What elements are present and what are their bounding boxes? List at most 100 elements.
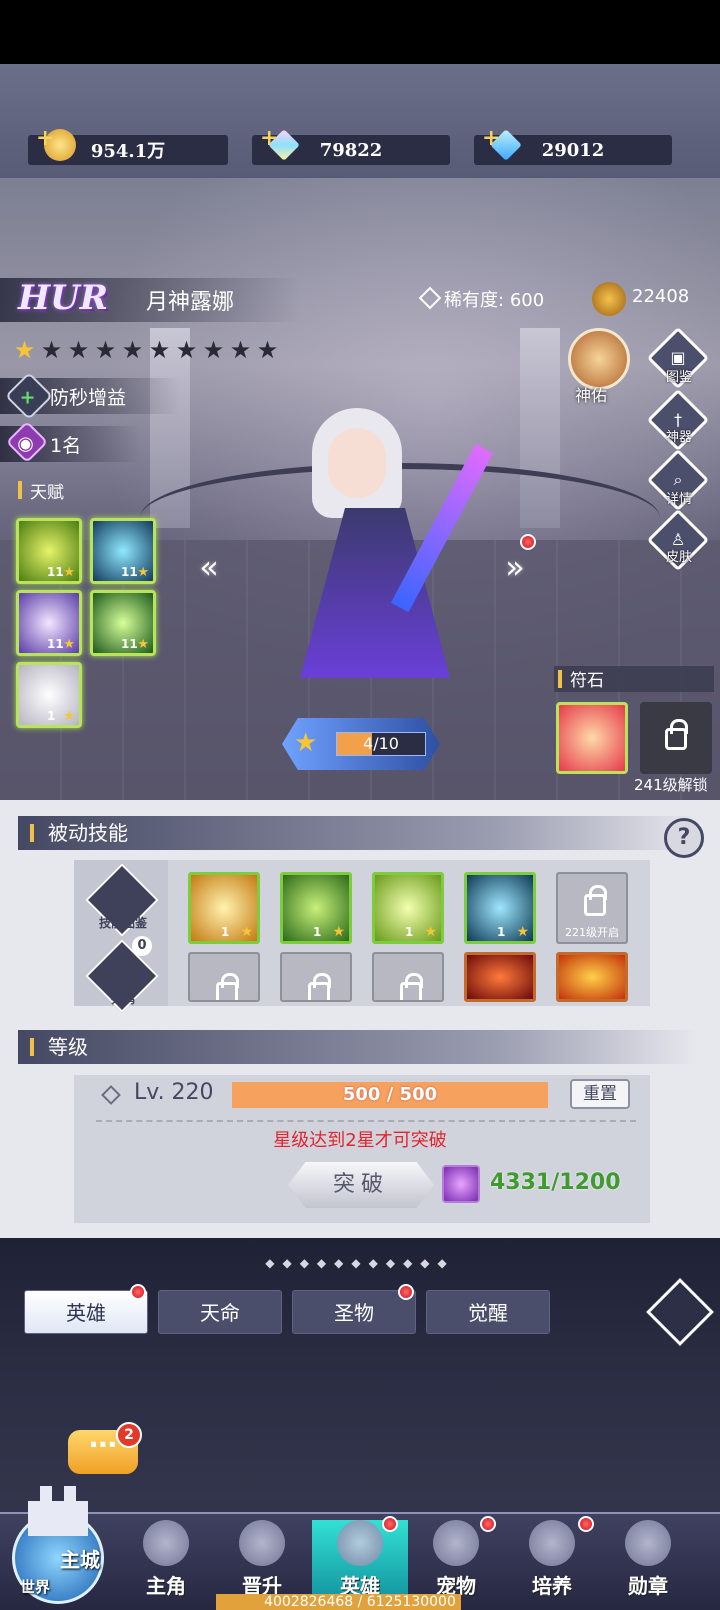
material-count: 4331/1200 — [490, 1170, 621, 1195]
star-icon: ★ — [202, 336, 225, 364]
passive-skill-locked[interactable] — [280, 952, 352, 1002]
skill-level: 1 — [405, 925, 414, 939]
blessing-label: 神佑 — [575, 386, 608, 405]
notification-dot — [382, 1516, 398, 1532]
star-progress-bar: 4/10 — [336, 732, 426, 756]
rank-label: 1名 — [50, 434, 82, 457]
skill-level: 1 — [221, 925, 230, 939]
passive-skill[interactable] — [556, 952, 628, 1002]
crystal-currency[interactable]: + 79822 — [252, 125, 450, 165]
star-icon: ★ — [137, 637, 149, 652]
hero-name: 月神露娜 — [146, 290, 235, 315]
star-icon: ★ — [40, 336, 63, 364]
star-icon: ★ — [63, 637, 75, 652]
talent-level: 11 — [121, 637, 138, 651]
chat-badge: 2 — [116, 1422, 142, 1448]
passive-skill-locked[interactable] — [188, 952, 260, 1002]
exp-bar: 500 / 500 — [232, 1082, 548, 1108]
exp-text: 500 / 500 — [342, 1084, 438, 1105]
passive-skill[interactable] — [464, 952, 536, 1002]
ornament-divider: ◆◆◆◆◆◆◆◆◆◆◆ — [265, 1256, 455, 1270]
notification-dot — [398, 1284, 414, 1300]
protagonist-icon — [143, 1520, 189, 1566]
notification-dot — [130, 1284, 146, 1300]
talent-level: 11 — [47, 565, 64, 579]
star-progress-text: 4/10 — [363, 734, 399, 753]
add-gold-icon[interactable]: + — [36, 125, 54, 151]
star-icon: ★ — [63, 565, 75, 580]
promotion-icon — [239, 1520, 285, 1566]
star-icon: ★ — [67, 336, 90, 364]
training-icon — [529, 1520, 575, 1566]
gold-currency[interactable]: + 954.1万 — [28, 125, 228, 165]
home-city-button[interactable]: 主城 世界 — [6, 1472, 110, 1604]
blessing-button[interactable] — [568, 328, 630, 390]
skill-unlock-label: 221级开启 — [565, 926, 619, 939]
castle-icon — [28, 1486, 88, 1536]
passive-skill[interactable]: 1 ★ — [280, 872, 352, 944]
talent-slot[interactable]: 1 ★ — [16, 662, 82, 728]
rune-slot[interactable] — [556, 702, 628, 774]
skill-level: 1 — [497, 925, 506, 939]
trait-tag[interactable]: + 防秒增益 — [0, 371, 180, 421]
divider — [96, 1120, 636, 1122]
trait-label: 防秒增益 — [50, 386, 127, 409]
notification-dot — [520, 534, 536, 550]
tab-destiny[interactable]: 天命 — [158, 1290, 282, 1334]
passive-skill[interactable]: 1 ★ — [188, 872, 260, 944]
breakthrough-warning: 星级达到2星才可突破 — [273, 1130, 447, 1151]
star-icon: ★ — [256, 336, 279, 364]
notification-dot — [480, 1516, 496, 1532]
star-icon: ★ — [121, 336, 144, 364]
reset-button[interactable]: 重置 — [570, 1079, 630, 1109]
breakthrough-button[interactable]: 突破 — [288, 1162, 434, 1208]
tab-hero[interactable]: 英雄 — [24, 1290, 148, 1334]
star-icon: ★ — [229, 336, 252, 364]
rank-tag[interactable]: ◉ 1名 — [0, 420, 140, 464]
crystal-amount: 79822 — [319, 139, 383, 161]
prev-hero-arrow-icon[interactable]: « — [190, 548, 228, 586]
artifact-label: 神器 — [665, 430, 692, 445]
next-hero-arrow-icon[interactable]: » — [496, 548, 534, 586]
talent-level: 11 — [47, 637, 64, 651]
resonance-count: 0 — [132, 936, 152, 956]
crown-icon — [592, 282, 626, 316]
helmet-icon — [337, 1520, 383, 1566]
plus-shield-icon: + — [4, 371, 54, 421]
level-title: 等级 — [18, 1030, 698, 1064]
passive-skill-locked[interactable] — [372, 952, 444, 1002]
talent-title: 天赋 — [18, 478, 64, 503]
home-main-label: 主城 — [60, 1548, 100, 1572]
pet-icon — [433, 1520, 479, 1566]
add-diamond-icon[interactable]: + — [482, 125, 500, 151]
orb-icon — [442, 1165, 480, 1203]
rarity: 稀有度: 600 — [444, 286, 544, 312]
talent-slot[interactable]: 11 ★ — [90, 518, 156, 584]
resonance-label: 共鸣 — [110, 992, 135, 1006]
skill-level: 1 — [313, 925, 322, 939]
rarity-value: 600 — [509, 290, 545, 311]
details-label: 详情 — [665, 492, 692, 507]
star-icon: ★ — [13, 336, 36, 364]
talent-slot[interactable]: 11 ★ — [16, 518, 82, 584]
tab-relic[interactable]: 圣物 — [292, 1290, 416, 1334]
rune-slot-locked[interactable] — [640, 702, 712, 774]
lock-icon — [308, 973, 331, 1000]
talent-level: 11 — [121, 565, 138, 579]
add-crystal-icon[interactable]: + — [260, 125, 278, 151]
passive-skill[interactable]: 1 ★ — [464, 872, 536, 944]
diamond-currency[interactable]: + 29012 — [474, 125, 672, 165]
rarity-label: 稀有度: — [444, 290, 505, 311]
tab-awaken[interactable]: 觉醒 — [426, 1290, 550, 1334]
passive-skill[interactable]: 1 ★ — [372, 872, 444, 944]
eye-icon: ◉ — [5, 420, 49, 464]
talent-slot[interactable]: 11 ★ — [90, 590, 156, 656]
star-icon: ★ — [332, 924, 345, 940]
status-bar — [0, 0, 720, 64]
help-button[interactable]: ? — [664, 818, 704, 858]
notification-dot — [578, 1516, 594, 1532]
passive-skill-locked[interactable]: 221级开启 — [556, 872, 628, 944]
talent-level: 1 — [47, 709, 56, 723]
skin-label: 皮肤 — [665, 550, 692, 565]
talent-slot[interactable]: 11 ★ — [16, 590, 82, 656]
